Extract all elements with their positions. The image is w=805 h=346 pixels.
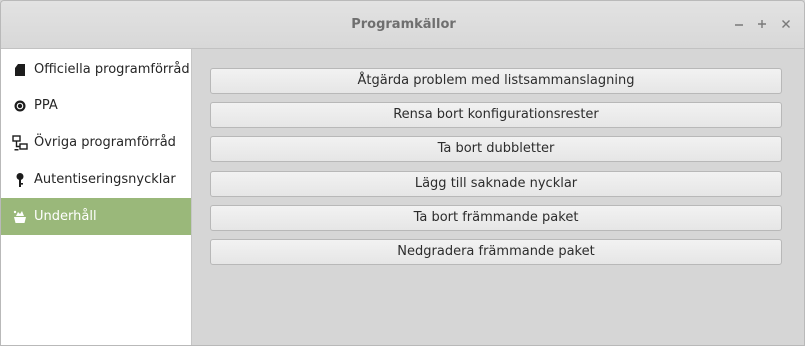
maintenance-icon	[12, 209, 28, 225]
sidebar-item-authentication-keys[interactable]: Autentiseringsnycklar	[1, 161, 191, 198]
sidebar-item-label: PPA	[34, 98, 58, 113]
window-title: Programkällor	[351, 17, 456, 32]
titlebar[interactable]: Programkällor	[1, 1, 804, 49]
fix-merge-list-button[interactable]: Åtgärda problem med listsammanslagning	[210, 68, 782, 94]
remove-duplicates-button[interactable]: Ta bort dubbletter	[210, 136, 782, 162]
maintenance-panel: Åtgärda problem med listsammanslagning R…	[192, 49, 804, 345]
downgrade-foreign-packages-button[interactable]: Nedgradera främmande paket	[210, 239, 782, 265]
sidebar-item-ppa[interactable]: PPA	[1, 87, 191, 124]
sidebar: Officiella programförråd PPA Övriga prog…	[1, 49, 192, 345]
sidebar-item-other-repositories[interactable]: Övriga programförråd	[1, 124, 191, 161]
remove-foreign-packages-button[interactable]: Ta bort främmande paket	[210, 205, 782, 231]
purge-residual-configuration-button[interactable]: Rensa bort konfigurationsrester	[210, 102, 782, 128]
sidebar-item-official-repositories[interactable]: Officiella programförråd	[1, 51, 191, 88]
sidebar-item-label: Underhåll	[34, 209, 97, 224]
minimize-icon[interactable]	[730, 15, 748, 33]
close-icon[interactable]	[777, 15, 795, 33]
sidebar-item-label: Autentiseringsnycklar	[34, 172, 176, 187]
software-sources-window: Programkällor Officiella programförråd P…	[0, 0, 805, 346]
sidebar-item-label: Officiella programförråd	[34, 62, 190, 77]
package-icon	[12, 62, 28, 78]
add-missing-keys-button[interactable]: Lägg till saknade nycklar	[210, 171, 782, 197]
sidebar-item-maintenance[interactable]: Underhåll	[1, 198, 191, 235]
sidebar-item-label: Övriga programförråd	[34, 135, 176, 150]
maximize-icon[interactable]	[753, 15, 771, 33]
key-icon	[12, 172, 28, 188]
network-icon	[12, 134, 28, 151]
ppa-icon	[12, 98, 28, 114]
